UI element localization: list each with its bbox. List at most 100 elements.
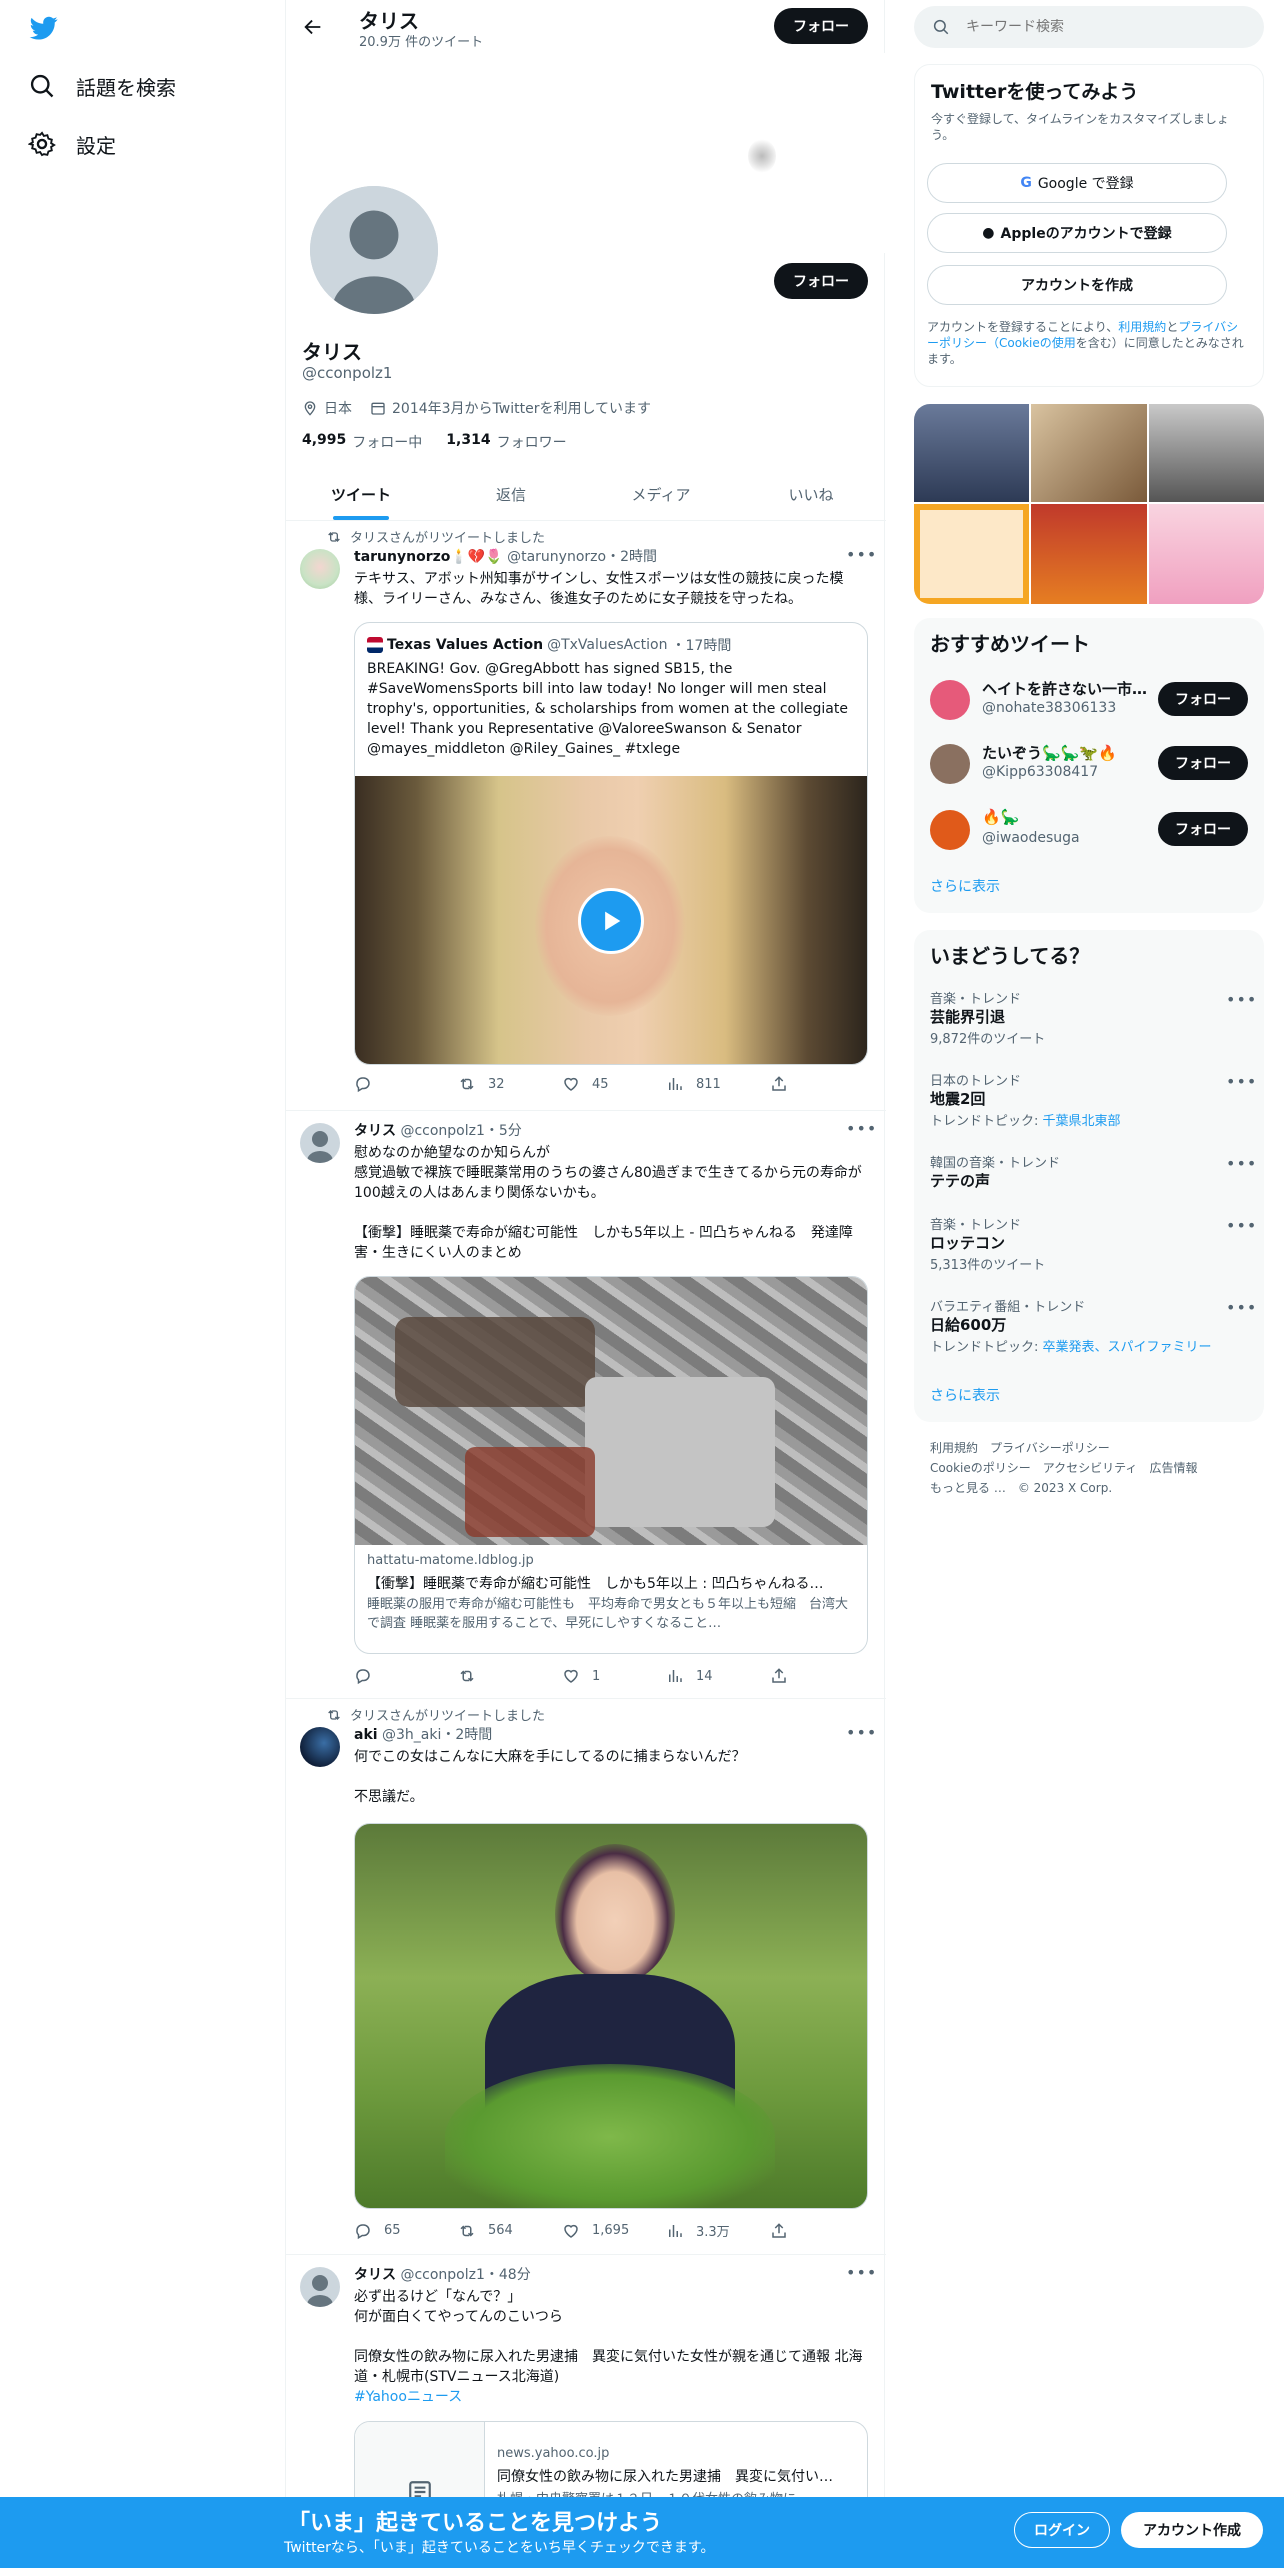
tab-replies[interactable]: 返信: [436, 468, 586, 520]
views-button[interactable]: 14: [666, 1667, 770, 1685]
google-signup-button[interactable]: G Google で登録: [927, 163, 1227, 203]
retweet-button[interactable]: [458, 1667, 562, 1685]
trend-item[interactable]: 音楽・トレンド 芸能界引退 9,872件のツイート •••: [914, 986, 1264, 1062]
avatar[interactable]: [300, 549, 340, 589]
follow-suggestion[interactable]: ヘイトを許さない一市… @nohate38306133 フォロー: [914, 668, 1264, 732]
follow-button[interactable]: フォロー: [1158, 746, 1248, 780]
play-icon[interactable]: [578, 888, 644, 954]
footer-cookie-link[interactable]: Cookieのポリシー: [930, 1461, 1031, 1475]
profile-follow-button[interactable]: フォロー: [774, 263, 868, 299]
login-button[interactable]: ログイン: [1014, 2512, 1110, 2548]
quote-tweet[interactable]: Texas Values Action @TxValuesAction ・17時間…: [354, 622, 868, 1065]
nav-settings[interactable]: 設定: [28, 124, 116, 164]
tab-media[interactable]: メディア: [586, 468, 736, 520]
views-button[interactable]: 3.3万: [666, 2221, 770, 2240]
tweet-author-handle[interactable]: @tarunynorzo: [507, 549, 606, 565]
more-icon[interactable]: •••: [1226, 1072, 1257, 1091]
footer-more-link[interactable]: もっと見る …: [930, 1481, 1006, 1495]
tweet-time[interactable]: ・2時間: [441, 1727, 492, 1743]
tweet-photo[interactable]: [354, 1823, 868, 2209]
media-grid[interactable]: [914, 404, 1264, 604]
search-input[interactable]: [966, 19, 1226, 35]
more-icon[interactable]: •••: [846, 1723, 877, 1742]
share-button[interactable]: [770, 1667, 874, 1685]
follow-button[interactable]: フォロー: [1158, 682, 1248, 716]
retweet-button[interactable]: 32: [458, 1075, 562, 1093]
reply-button[interactable]: [354, 1075, 458, 1093]
trend-item[interactable]: 音楽・トレンド ロッテコン 5,313件のツイート •••: [914, 1212, 1264, 1288]
followers-label[interactable]: フォロワー: [497, 432, 567, 452]
trend-item[interactable]: 韓国の音楽・トレンド テテの声 •••: [914, 1150, 1264, 1210]
trend-topic-link[interactable]: 卒業発表、スパイファミリー: [1043, 1340, 1212, 1355]
share-icon: [772, 1076, 786, 1091]
tweet-author-name[interactable]: タリス: [354, 1123, 396, 1139]
show-more-link[interactable]: さらに表示: [930, 1385, 1000, 1405]
views-button[interactable]: 811: [666, 1075, 770, 1093]
cookie-link[interactable]: Cookieの使用: [999, 336, 1076, 350]
footer-ads-link[interactable]: 広告情報: [1149, 1461, 1197, 1475]
more-icon[interactable]: •••: [846, 545, 877, 564]
tweet-author-name[interactable]: tarunynorzo: [354, 549, 450, 565]
tweet[interactable]: タリスさんがリツイートしました aki @3h_aki・2時間 ••• 何でこの…: [286, 1699, 886, 2255]
trend-item[interactable]: バラエティ番組・トレンド 日給600万 トレンドトピック: 卒業発表、スパイファ…: [914, 1294, 1264, 1370]
share-button[interactable]: [770, 1075, 874, 1093]
follow-suggestion[interactable]: たいぞう🦕🦕🦖🔥 @Kipp63308417 フォロー: [914, 732, 1264, 798]
reply-button[interactable]: 65: [354, 2222, 458, 2240]
tweet-text: テキサス、アボット州知事がサインし、女性スポーツは女性の競技に戻った模様、ライリ…: [354, 571, 844, 607]
terms-text: と: [1166, 320, 1179, 334]
more-icon[interactable]: •••: [1226, 1298, 1257, 1317]
video-thumbnail[interactable]: [355, 776, 867, 1064]
header-follow-button[interactable]: フォロー: [774, 8, 868, 44]
back-arrow-icon[interactable]: [302, 16, 324, 38]
tweet-time[interactable]: ・2時間: [606, 549, 657, 565]
trend-item[interactable]: 日本のトレンド 地震2回 トレンドトピック: 千葉県北東部 •••: [914, 1068, 1264, 1144]
more-icon[interactable]: •••: [1226, 1154, 1257, 1173]
avatar[interactable]: [300, 1123, 340, 1163]
create-account-button[interactable]: アカウントを作成: [927, 265, 1227, 305]
like-button[interactable]: 1: [562, 1667, 666, 1685]
nav-explore[interactable]: 話題を検索: [28, 66, 176, 106]
trends-title: いまどうしてる？: [930, 944, 1090, 968]
trend-meta: 日本のトレンド: [930, 1074, 1022, 1089]
trend-topic-link[interactable]: 千葉県北東部: [1043, 1114, 1121, 1129]
followers-count[interactable]: 1,314: [446, 432, 490, 452]
tweet[interactable]: タリスさんがリツイートしました tarunynorzo🕯️💔🌷 @tarunyn…: [286, 521, 886, 1111]
more-icon[interactable]: •••: [846, 1119, 877, 1138]
retweet-button[interactable]: 564: [458, 2222, 562, 2240]
reply-button[interactable]: [354, 1667, 458, 1685]
following-count[interactable]: 4,995: [302, 432, 346, 452]
apple-signup-button[interactable]: ● Appleのアカウントで登録: [927, 213, 1227, 253]
show-more-link[interactable]: さらに表示: [930, 876, 1000, 896]
footer-privacy-link[interactable]: プライバシーポリシー: [990, 1441, 1110, 1455]
like-button[interactable]: 45: [562, 1075, 666, 1093]
tab-likes[interactable]: いいね: [736, 468, 886, 520]
tab-tweets[interactable]: ツイート: [286, 468, 436, 520]
twitter-logo-icon[interactable]: [28, 14, 60, 42]
terms-link[interactable]: 利用規約: [1118, 320, 1166, 334]
follow-button[interactable]: フォロー: [1158, 812, 1248, 846]
tweet-author-handle[interactable]: @cconpolz1: [400, 2267, 484, 2283]
tweet[interactable]: タリス @cconpolz1・5分 ••• 慰めなのか絶望なのか知らんが 感覚過…: [286, 1111, 886, 1699]
following-label[interactable]: フォロー中: [352, 432, 422, 452]
more-icon[interactable]: •••: [1226, 1216, 1257, 1235]
tweet-author-handle[interactable]: @3h_aki: [382, 1727, 441, 1743]
signup-button[interactable]: アカウント作成: [1121, 2512, 1263, 2548]
footer-accessibility-link[interactable]: アクセシビリティ: [1043, 1461, 1138, 1475]
more-icon[interactable]: •••: [846, 2263, 877, 2282]
link-card[interactable]: hattatu-matome.ldblog.jp 【衝撃】睡眠薬で寿命が縮む可能…: [354, 1276, 868, 1654]
footer-terms-link[interactable]: 利用規約: [930, 1441, 978, 1455]
like-button[interactable]: 1,695: [562, 2222, 666, 2240]
tweet-time[interactable]: ・48分: [485, 2267, 531, 2283]
share-button[interactable]: [770, 2222, 874, 2240]
profile-avatar[interactable]: [306, 182, 442, 318]
search-box[interactable]: [914, 6, 1264, 48]
follow-suggestion[interactable]: 🔥🦕 @iwaodesuga フォロー: [914, 798, 1264, 864]
more-icon[interactable]: •••: [1226, 990, 1257, 1009]
hashtag-link[interactable]: #Yahooニュース: [354, 2387, 868, 2407]
tweet-author-handle[interactable]: @cconpolz1: [400, 1123, 484, 1139]
tweet-author-name[interactable]: aki: [354, 1727, 378, 1743]
avatar[interactable]: [300, 1727, 340, 1767]
tweet-time[interactable]: ・5分: [485, 1123, 522, 1139]
avatar[interactable]: [300, 2267, 340, 2307]
tweet-author-name[interactable]: タリス: [354, 2267, 396, 2283]
